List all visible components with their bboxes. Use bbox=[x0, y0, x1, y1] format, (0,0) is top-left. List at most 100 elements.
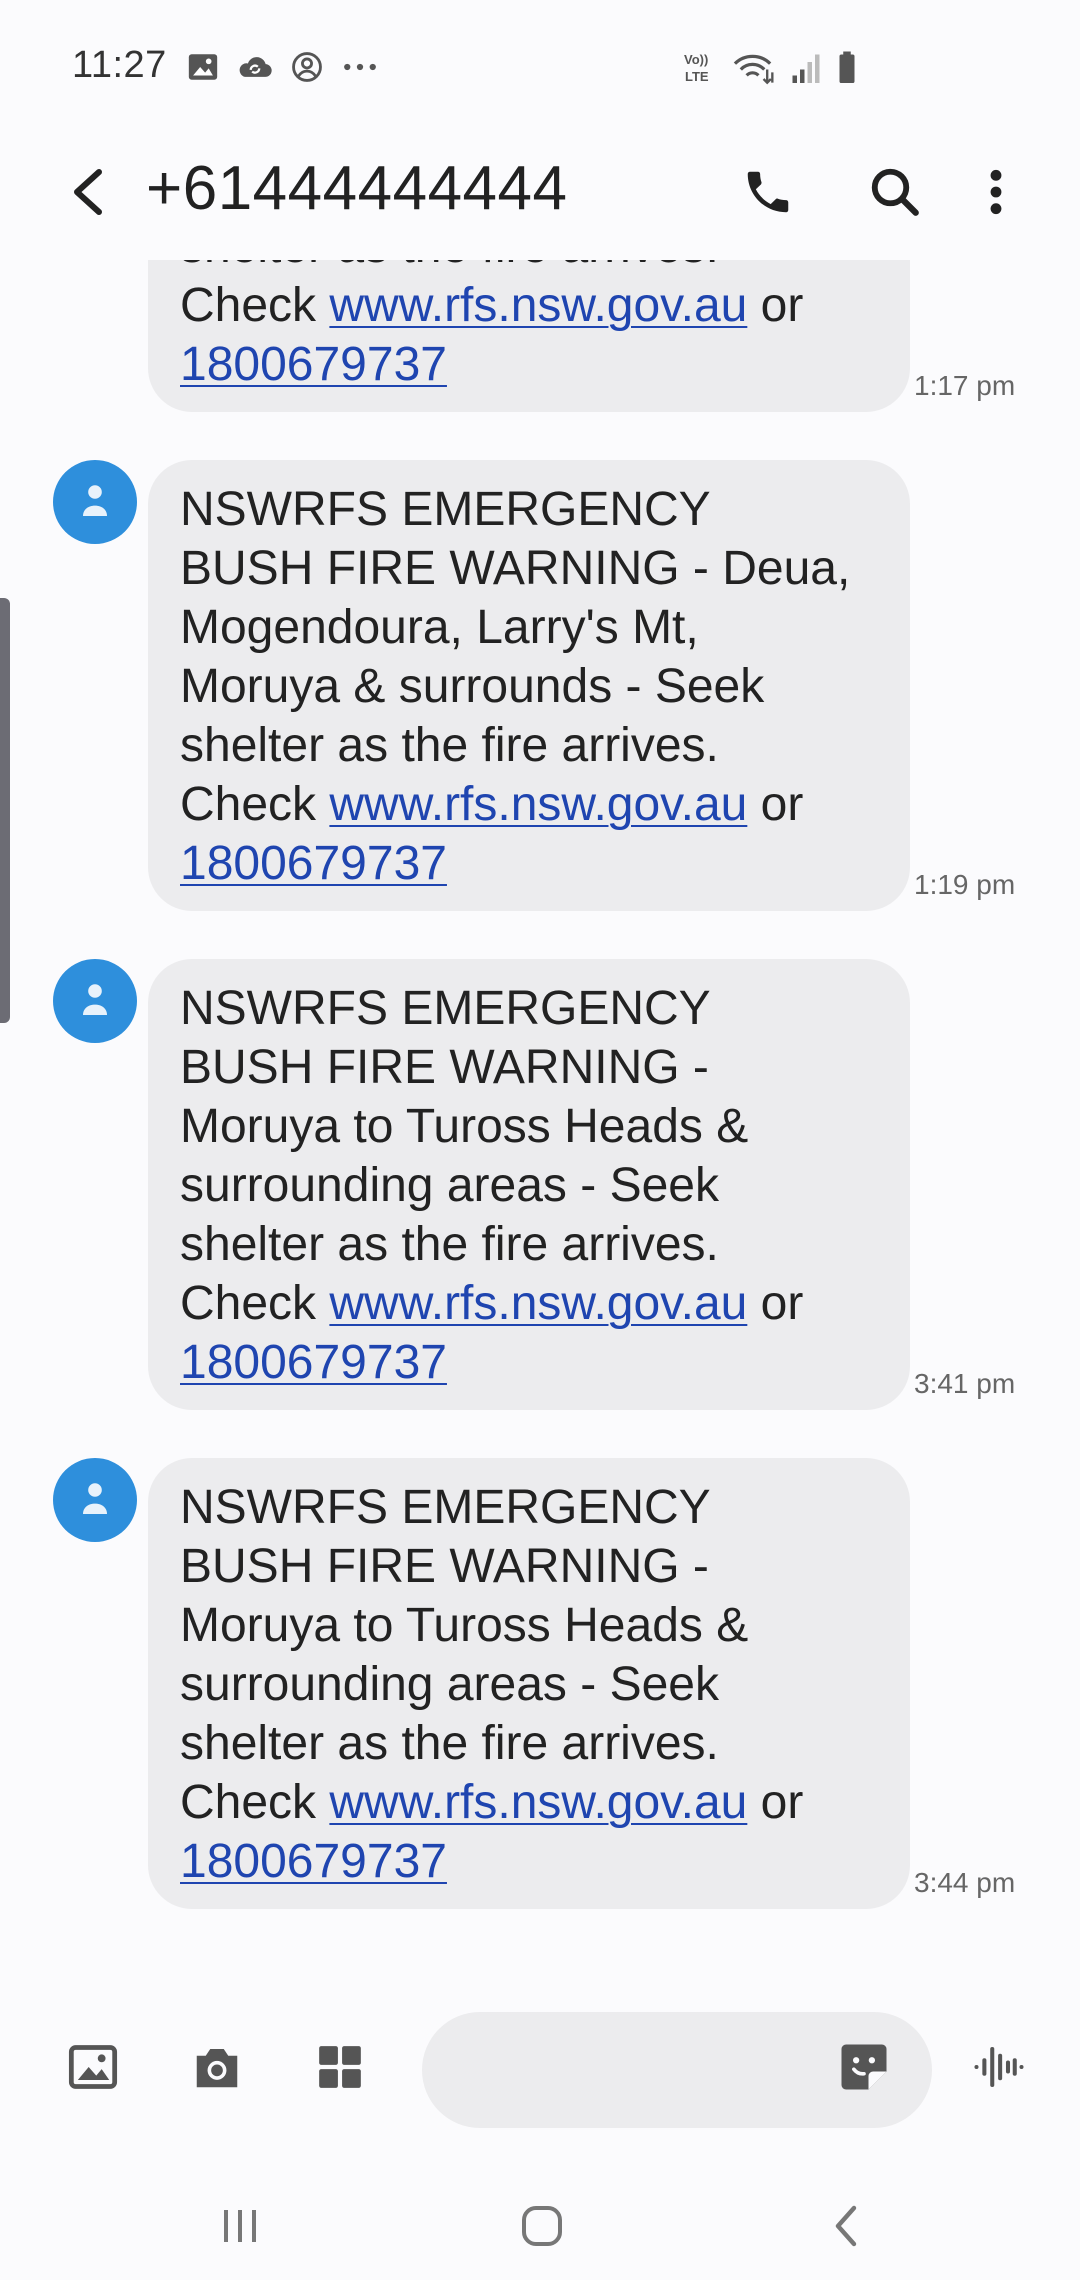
contact-title[interactable]: +61444444444 bbox=[146, 153, 568, 224]
message-bubble[interactable]: NSWRFS EMERGENCY BUSH FIRE WARNING - Deua… bbox=[148, 460, 910, 911]
message-line: NSWRFS EMERGENCY bbox=[180, 483, 711, 536]
status-system-icons: Vo)) LTE bbox=[682, 50, 858, 86]
contact-avatar[interactable] bbox=[53, 959, 137, 1043]
back-nav-button[interactable] bbox=[806, 2186, 886, 2266]
volte-icon: Vo)) LTE bbox=[684, 52, 709, 84]
more-options-icon bbox=[990, 169, 1002, 215]
message-timestamp: 3:41 pm bbox=[914, 1368, 1016, 1399]
contact-avatar[interactable] bbox=[53, 460, 137, 544]
message-line: 1800679737 bbox=[180, 1333, 880, 1392]
voice-record-icon bbox=[974, 2046, 1024, 2088]
sticker-button[interactable] bbox=[827, 2030, 901, 2104]
more-options-button[interactable] bbox=[961, 157, 1031, 227]
apps-grid-icon bbox=[319, 2046, 361, 2088]
contact-avatar[interactable] bbox=[53, 1458, 137, 1542]
message-row: NSWRFS EMERGENCY BUSH FIRE WARNING - Moruy… bbox=[0, 959, 1080, 1410]
recent-apps-icon bbox=[224, 2210, 256, 2242]
message-line: shelter as the fire arrives. bbox=[180, 719, 719, 772]
web-link[interactable]: www.rfs.nsw.gov.au bbox=[329, 1277, 747, 1330]
message-bubble[interactable]: shelter as the fire arrives.Check www.rf… bbox=[148, 260, 910, 412]
person-icon bbox=[83, 485, 107, 516]
message-line: Check www.rfs.nsw.gov.au or bbox=[180, 276, 880, 335]
message-line: Moruya to Tuross Heads & bbox=[180, 1100, 749, 1153]
message-line: BUSH FIRE WARNING - bbox=[180, 1041, 709, 1094]
message-timestamp: 1:17 pm bbox=[914, 370, 1016, 401]
message-line: shelter as the fire arrives. bbox=[180, 260, 880, 276]
sticker-icon bbox=[841, 2044, 887, 2090]
message-line: shelter as the fire arrives. bbox=[180, 1218, 719, 1271]
message-line: Moruya to Tuross Heads & bbox=[180, 1599, 749, 1652]
message-timestamp: 1:19 pm bbox=[914, 869, 1016, 900]
person-icon bbox=[83, 1483, 107, 1514]
message-bubble[interactable]: NSWRFS EMERGENCY BUSH FIRE WARNING - Moruy… bbox=[148, 1458, 910, 1909]
status-time: 11:27 bbox=[72, 44, 167, 86]
home-icon bbox=[522, 2206, 562, 2246]
phone-link[interactable]: 1800679737 bbox=[180, 837, 447, 890]
status-notification-icons bbox=[186, 50, 380, 84]
cloud-sync-icon bbox=[239, 57, 272, 77]
messaging-screen: 11:27 Vo)) LTE +61444444444 Check www.rf… bbox=[0, 0, 1080, 2280]
message-row: NSWRFS EMERGENCY BUSH FIRE WARNING - Moruy… bbox=[0, 1458, 1080, 1909]
attach-image-button[interactable] bbox=[56, 2030, 130, 2104]
call-button[interactable] bbox=[733, 157, 803, 227]
message-line: BUSH FIRE WARNING - Deua, bbox=[180, 542, 851, 595]
message-list[interactable]: shelter as the fire arrives.Check www.rf… bbox=[0, 260, 1080, 1980]
web-link[interactable]: www.rfs.nsw.gov.au bbox=[329, 1776, 747, 1829]
conversation-header: +61444444444 bbox=[0, 135, 1080, 260]
message-line: 1800679737 bbox=[180, 335, 880, 394]
back-arrow-icon bbox=[74, 169, 102, 215]
camera-icon bbox=[196, 2049, 238, 2088]
message-text: or bbox=[747, 1776, 804, 1829]
message-line: 1800679737 bbox=[180, 834, 880, 893]
home-button[interactable] bbox=[502, 2186, 582, 2266]
message-text: Check bbox=[180, 1277, 330, 1330]
battery-icon bbox=[839, 51, 855, 83]
camera-button[interactable] bbox=[180, 2030, 254, 2104]
message-line: Check www.rfs.nsw.gov.au or bbox=[180, 775, 880, 834]
message-line: Mogendoura, Larry's Mt, bbox=[180, 601, 699, 654]
message-text: or bbox=[747, 778, 804, 831]
system-nav-bar bbox=[0, 2160, 1080, 2280]
svg-text:LTE: LTE bbox=[685, 69, 709, 84]
message-row: NSWRFS EMERGENCY BUSH FIRE WARNING - Deua… bbox=[0, 460, 1080, 911]
back-button[interactable] bbox=[52, 157, 122, 227]
svg-text:Vo)): Vo)) bbox=[684, 52, 708, 67]
phone-link[interactable]: 1800679737 bbox=[180, 338, 447, 391]
message-line: shelter as the fire arrives. bbox=[180, 1717, 719, 1770]
web-link[interactable]: www.rfs.nsw.gov.au bbox=[329, 279, 747, 332]
message-line: surrounding areas - Seek bbox=[180, 1658, 719, 1711]
wifi-icon bbox=[733, 54, 774, 85]
message-line: NSWRFS EMERGENCY bbox=[180, 1481, 711, 1534]
account-circle-icon bbox=[292, 52, 322, 82]
message-row: shelter as the fire arrives.Check www.rf… bbox=[0, 260, 1080, 412]
recent-apps-button[interactable] bbox=[200, 2186, 280, 2266]
message-text: Check bbox=[180, 1776, 330, 1829]
call-icon bbox=[747, 171, 789, 213]
message-line: NSWRFS EMERGENCY bbox=[180, 982, 711, 1035]
message-text: Check bbox=[180, 778, 330, 831]
message-line: Check www.rfs.nsw.gov.au or bbox=[180, 1773, 880, 1832]
message-timestamp: 3:44 pm bbox=[914, 1867, 1016, 1898]
search-button[interactable] bbox=[860, 157, 930, 227]
apps-grid-button[interactable] bbox=[303, 2030, 377, 2104]
compose-bar bbox=[0, 1992, 1080, 2142]
phone-link[interactable]: 1800679737 bbox=[180, 1835, 447, 1888]
voice-record-button[interactable] bbox=[962, 2030, 1036, 2104]
back-nav-icon bbox=[835, 2205, 857, 2247]
status-bar: 11:27 Vo)) LTE bbox=[0, 0, 1080, 135]
gallery-icon bbox=[188, 54, 218, 80]
signal-icon bbox=[792, 54, 820, 83]
message-line: Moruya & surrounds - Seek bbox=[180, 660, 765, 713]
message-text: or bbox=[747, 279, 804, 332]
web-link[interactable]: www.rfs.nsw.gov.au bbox=[329, 778, 747, 831]
message-line: BUSH FIRE WARNING - bbox=[180, 1540, 709, 1593]
message-line: 1800679737 bbox=[180, 1832, 880, 1891]
message-text: Check bbox=[180, 279, 330, 332]
image-attach-icon bbox=[68, 2045, 118, 2089]
message-bubble[interactable]: NSWRFS EMERGENCY BUSH FIRE WARNING - Moruy… bbox=[148, 959, 910, 1410]
phone-link[interactable]: 1800679737 bbox=[180, 1336, 447, 1389]
search-icon bbox=[871, 168, 919, 216]
message-line: surrounding areas - Seek bbox=[180, 1159, 719, 1212]
person-icon bbox=[83, 984, 107, 1015]
message-line: Check www.rfs.nsw.gov.au or bbox=[180, 1274, 880, 1333]
